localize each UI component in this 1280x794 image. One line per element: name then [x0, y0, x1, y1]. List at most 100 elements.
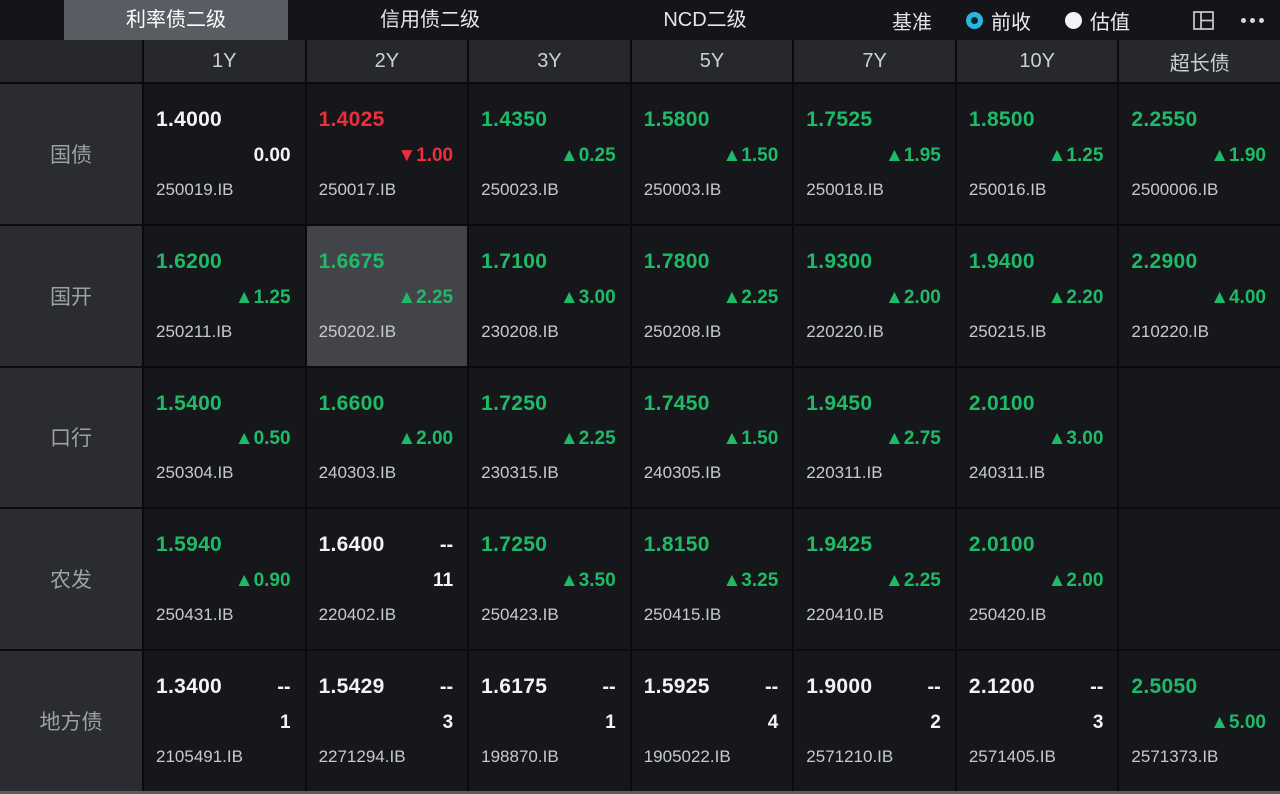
price-line: 1.7250	[481, 533, 616, 557]
bond-cell[interactable]: 1.4350▲0.25250023.IB	[469, 84, 630, 224]
bond-code: 250215.IB	[969, 322, 1104, 342]
bond-code: 250202.IB	[319, 322, 454, 342]
row-label: 农发	[0, 509, 142, 649]
bond-cell[interactable]: 1.3400-- 1 2105491.IB	[144, 651, 305, 791]
radio-prev-close[interactable]: 前收	[966, 6, 1031, 35]
bond-cell[interactable]: 1.7525▲1.95250018.IB	[794, 84, 955, 224]
price-value: 1.6175	[481, 675, 547, 699]
bond-cell[interactable]: 1.6175 -- 1 198870.IB	[469, 651, 630, 791]
bond-code: 240311.IB	[969, 463, 1104, 483]
bond-code: 250208.IB	[644, 322, 779, 342]
price-value: 1.6400	[319, 533, 385, 557]
change-value: 1	[481, 712, 616, 734]
price-value: 2.2900	[1131, 250, 1197, 274]
bond-cell[interactable]: 1.5940▲0.90250431.IB	[144, 509, 305, 649]
bond-code: 2571373.IB	[1131, 747, 1266, 767]
price-value: 2.1200	[969, 675, 1035, 699]
change-value: 2	[806, 712, 941, 734]
bond-cell[interactable]: 1.5800▲1.50250003.IB	[632, 84, 793, 224]
price-line: 1.9425	[806, 533, 941, 557]
bond-cell[interactable]: 2.2900▲4.00210220.IB	[1119, 226, 1280, 366]
price-value: 1.9450	[806, 392, 872, 416]
more-icon[interactable]	[1241, 18, 1264, 23]
bond-code: 2571405.IB	[969, 747, 1104, 767]
bond-cell	[1119, 509, 1280, 649]
no-change-dash: --	[602, 676, 615, 699]
tab-credit-secondary[interactable]: 信用债二级	[288, 0, 572, 40]
change-value: ▲2.25	[319, 287, 454, 309]
price-value: 1.7250	[481, 392, 547, 416]
bond-code: 220402.IB	[319, 605, 454, 625]
bond-cell[interactable]: 2.5050▲5.002571373.IB	[1119, 651, 1280, 791]
tab-ncd-secondary[interactable]: NCD二级	[572, 0, 838, 40]
price-line: 1.9000--	[806, 675, 941, 699]
bond-cell[interactable]: 2.0100▲3.00240311.IB	[957, 368, 1118, 508]
bond-code: 250211.IB	[156, 322, 291, 342]
bond-cell[interactable]: 1.7250▲2.25230315.IB	[469, 368, 630, 508]
bond-cell[interactable]: 1.5400▲0.50250304.IB	[144, 368, 305, 508]
change-value: ▲2.25	[481, 428, 616, 450]
bond-cell[interactable]: 2.1200--32571405.IB	[957, 651, 1118, 791]
bond-code: 2500006.IB	[1131, 180, 1266, 200]
top-bar: 利率债二级 信用债二级 NCD二级 基准 前收 估值	[0, 0, 1280, 40]
bond-cell[interactable]: 1.7800▲2.25250208.IB	[632, 226, 793, 366]
bond-cell[interactable]: 2.2550▲1.902500006.IB	[1119, 84, 1280, 224]
change-value: ▲2.25	[806, 570, 941, 592]
bond-cell[interactable]: 1.5925--41905022.IB	[632, 651, 793, 791]
change-value: 1	[156, 712, 291, 734]
no-change-dash: --	[928, 676, 941, 699]
price-line: 2.2900	[1131, 250, 1266, 274]
bond-cell[interactable]: 1.8150▲3.25250415.IB	[632, 509, 793, 649]
radio-valuation-label: 估值	[1090, 6, 1130, 35]
bond-code: 1905022.IB	[644, 747, 779, 767]
price-line: 1.3400--	[156, 675, 291, 699]
bond-code: 250016.IB	[969, 180, 1104, 200]
tab-rates-secondary[interactable]: 利率债二级	[64, 0, 288, 40]
change-value: ▲2.25	[644, 287, 779, 309]
bond-cell[interactable]: 1.7100▲3.00230208.IB	[469, 226, 630, 366]
radio-prev-close-label: 前收	[991, 6, 1031, 35]
price-line: 2.0100	[969, 533, 1104, 557]
layout-icon[interactable]	[1192, 9, 1215, 32]
bond-code: 2271294.IB	[319, 747, 454, 767]
bond-code: 2105491.IB	[156, 747, 291, 767]
price-line: 1.8150	[644, 533, 779, 557]
bond-cell[interactable]: 1.9000--22571210.IB	[794, 651, 955, 791]
price-value: 1.7250	[481, 533, 547, 557]
bond-cell[interactable]: 1.6200▲1.25250211.IB	[144, 226, 305, 366]
price-value: 1.6675	[319, 250, 385, 274]
row-label: 地方债	[0, 651, 142, 791]
bond-cell[interactable]: 1.40000.00250019.IB	[144, 84, 305, 224]
bond-code: 220220.IB	[806, 322, 941, 342]
price-value: 1.5429	[319, 675, 385, 699]
bond-cell[interactable]: 1.9400▲2.20250215.IB	[957, 226, 1118, 366]
bond-cell[interactable]: 1.9450▲2.75220311.IB	[794, 368, 955, 508]
radio-valuation[interactable]: 估值	[1065, 6, 1130, 35]
no-change-dash: --	[277, 676, 290, 699]
bond-code: 210220.IB	[1131, 322, 1266, 342]
bond-cell[interactable]: 1.6675 ▲2.25 250202.IB	[307, 226, 468, 366]
bond-code: 198870.IB	[481, 747, 616, 767]
price-line: 2.2550	[1131, 108, 1266, 132]
bond-cell[interactable]: 2.0100▲2.00250420.IB	[957, 509, 1118, 649]
row-label: 国开	[0, 226, 142, 366]
benchmark-label: 基准	[892, 6, 932, 35]
bond-cell[interactable]: 1.9300▲2.00220220.IB	[794, 226, 955, 366]
price-value: 1.6200	[156, 250, 222, 274]
column-header: 3Y	[469, 40, 630, 82]
bond-cell[interactable]: 1.7250▲3.50250423.IB	[469, 509, 630, 649]
bond-cell[interactable]: 1.8500▲1.25250016.IB	[957, 84, 1118, 224]
bond-code: 240305.IB	[644, 463, 779, 483]
change-value: ▲1.95	[806, 145, 941, 167]
topbar-controls: 基准 前收 估值	[892, 0, 1280, 40]
price-line: 2.5050	[1131, 675, 1266, 699]
bond-cell[interactable]: 1.6600▲2.00240303.IB	[307, 368, 468, 508]
bond-cell[interactable]: 1.4025▼1.00250017.IB	[307, 84, 468, 224]
bond-cell[interactable]: 1.5429--32271294.IB	[307, 651, 468, 791]
price-value: 1.9425	[806, 533, 872, 557]
bond-cell[interactable]: 1.6400--11220402.IB	[307, 509, 468, 649]
price-value: 1.4350	[481, 108, 547, 132]
price-line: 1.9400	[969, 250, 1104, 274]
bond-cell[interactable]: 1.9425▲2.25220410.IB	[794, 509, 955, 649]
bond-cell[interactable]: 1.7450▲1.50240305.IB	[632, 368, 793, 508]
